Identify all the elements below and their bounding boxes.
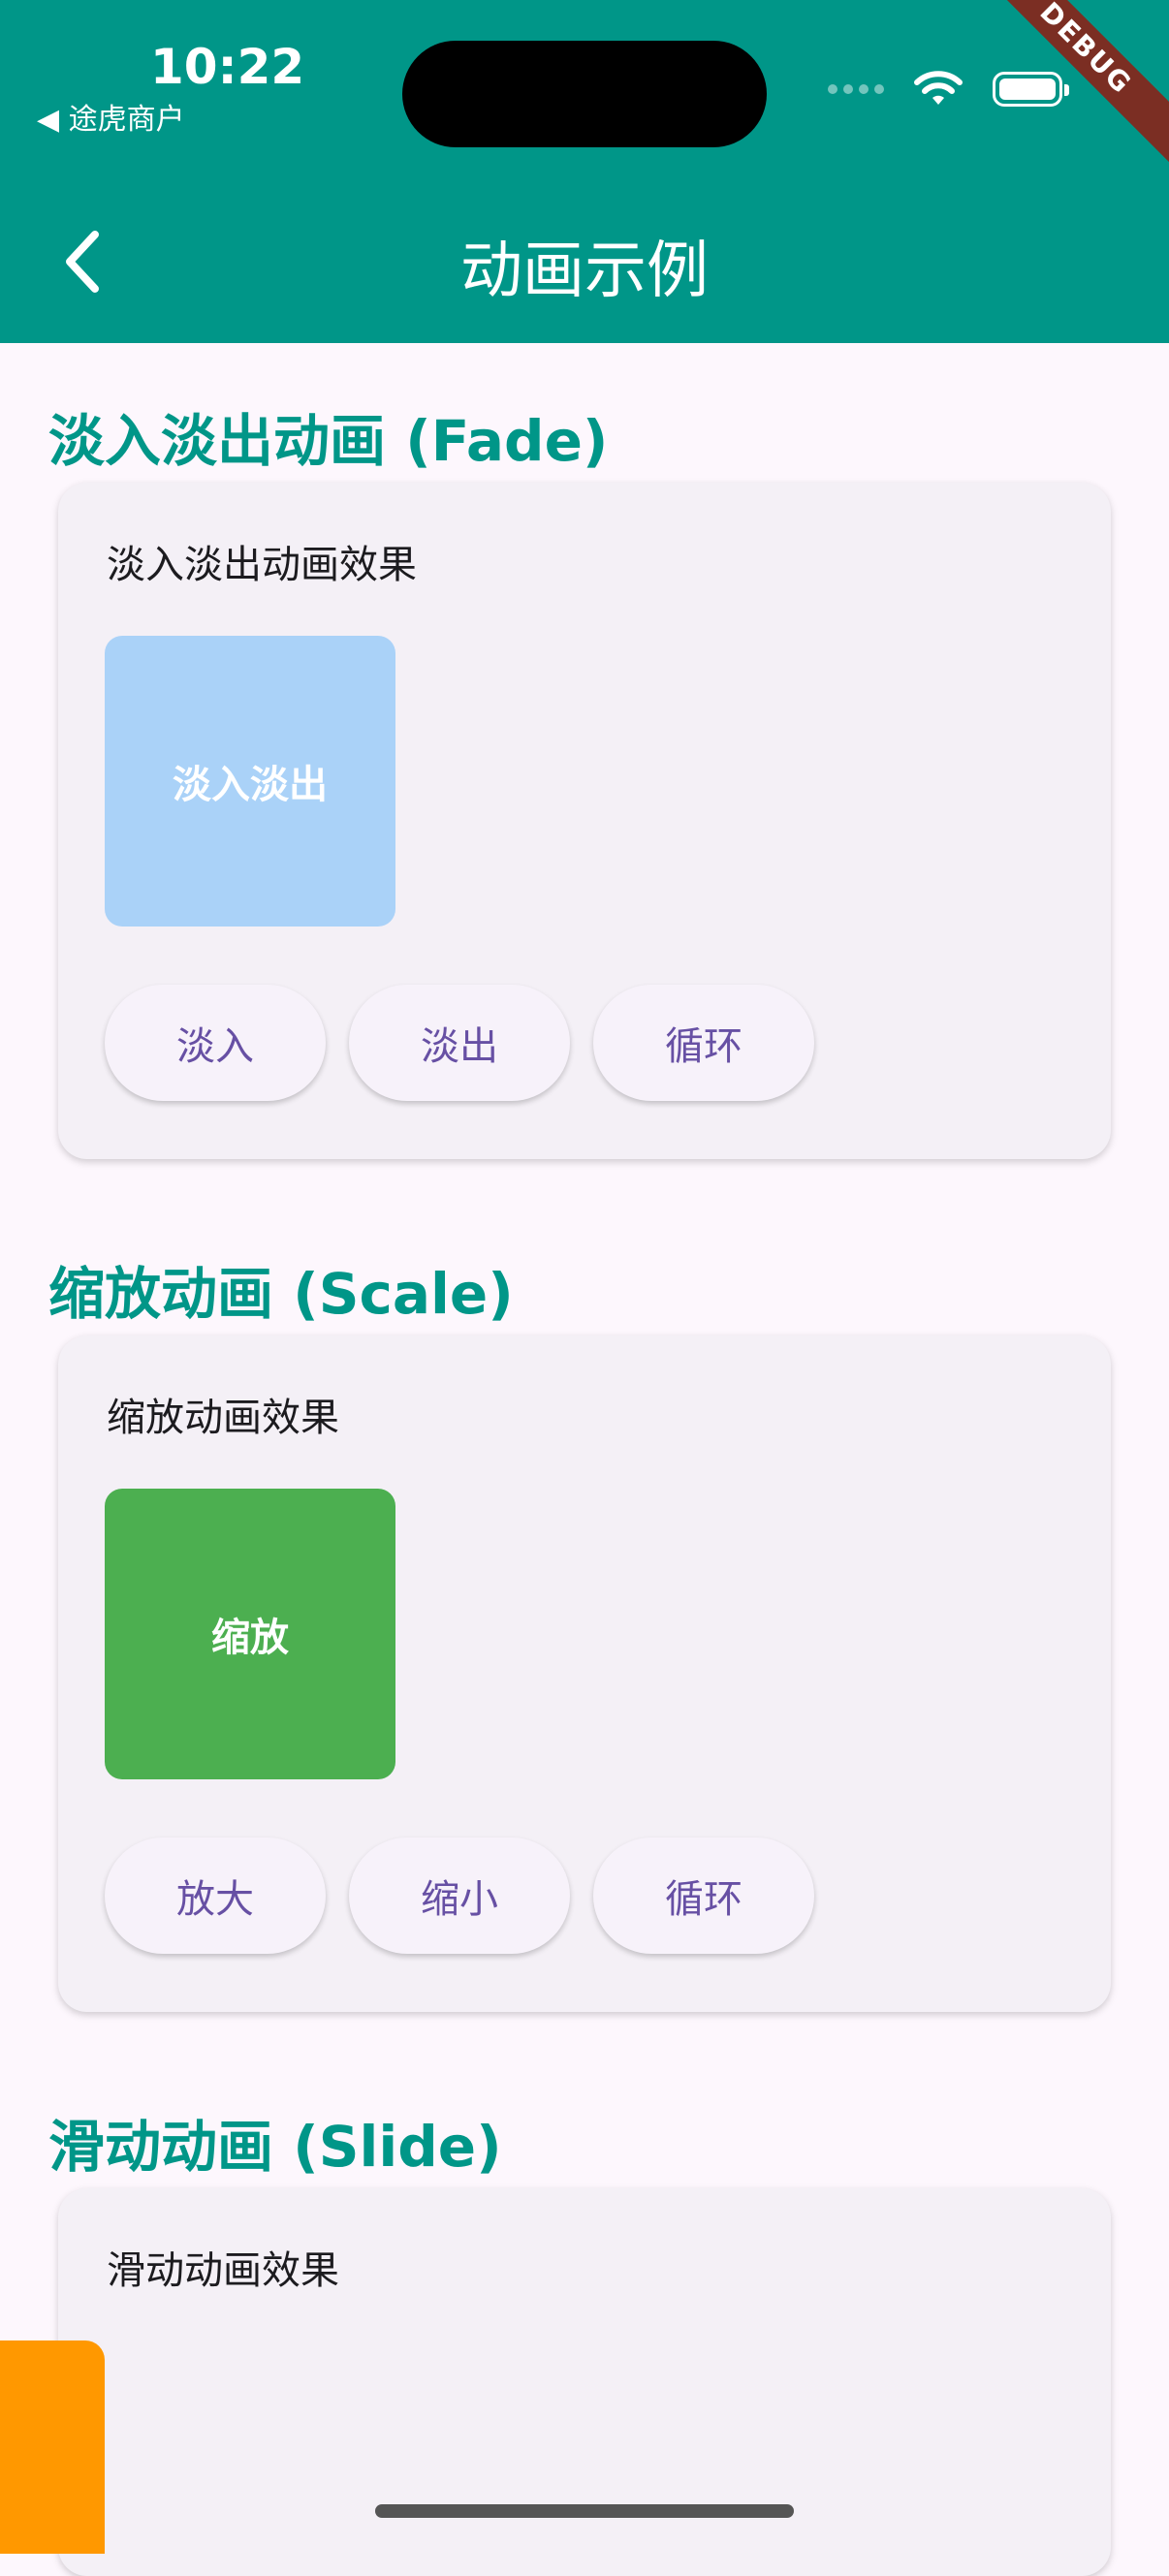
page-title: 动画示例: [460, 236, 709, 307]
fade-loop-button[interactable]: 循环: [593, 985, 814, 1101]
wifi-icon: [914, 71, 963, 105]
card-title-fade: 淡入淡出动画效果: [107, 543, 417, 587]
status-back-to-app[interactable]: ◀ 途虎商户: [37, 95, 185, 138]
zoom-in-button[interactable]: 放大: [105, 1838, 326, 1954]
battery-icon: [993, 72, 1069, 107]
home-indicator[interactable]: [375, 2504, 794, 2518]
signal-dots-icon: [828, 84, 884, 94]
zoom-out-button[interactable]: 缩小: [349, 1838, 570, 1954]
dynamic-island: [402, 41, 767, 147]
app-bar: 10:22 ◀ 途虎商户 DEBUG 动画示例: [0, 0, 1169, 343]
scale-card: 缩放动画效果 缩放 放大 缩小 循环: [58, 1335, 1111, 2012]
fade-demo-label: 淡入淡出: [173, 763, 328, 807]
status-time: 10:22: [150, 39, 305, 95]
scale-loop-button[interactable]: 循环: [593, 1838, 814, 1954]
fade-button-row: 淡入 淡出 循环: [105, 985, 814, 1101]
fade-out-button[interactable]: 淡出: [349, 985, 570, 1101]
fade-in-button[interactable]: 淡入: [105, 985, 326, 1101]
card-title-scale: 缩放动画效果: [107, 1396, 339, 1440]
slide-demo-box: [0, 2340, 105, 2554]
status-icons: [828, 70, 1069, 109]
card-title-slide: 滑动动画效果: [107, 2248, 339, 2293]
fade-card: 淡入淡出动画效果 淡入淡出 淡入 淡出 循环: [58, 483, 1111, 1159]
section-title-fade: 淡入淡出动画 (Fade): [48, 408, 609, 474]
section-title-scale: 缩放动画 (Scale): [48, 1261, 514, 1327]
scale-demo-box: 缩放: [105, 1489, 395, 1779]
slide-card: 滑动动画效果: [58, 2188, 1111, 2576]
fade-demo-box: 淡入淡出: [105, 636, 395, 927]
scale-button-row: 放大 缩小 循环: [105, 1838, 814, 1954]
scale-demo-label: 缩放: [211, 1616, 289, 1660]
section-title-slide: 滑动动画 (Slide): [48, 2114, 502, 2180]
